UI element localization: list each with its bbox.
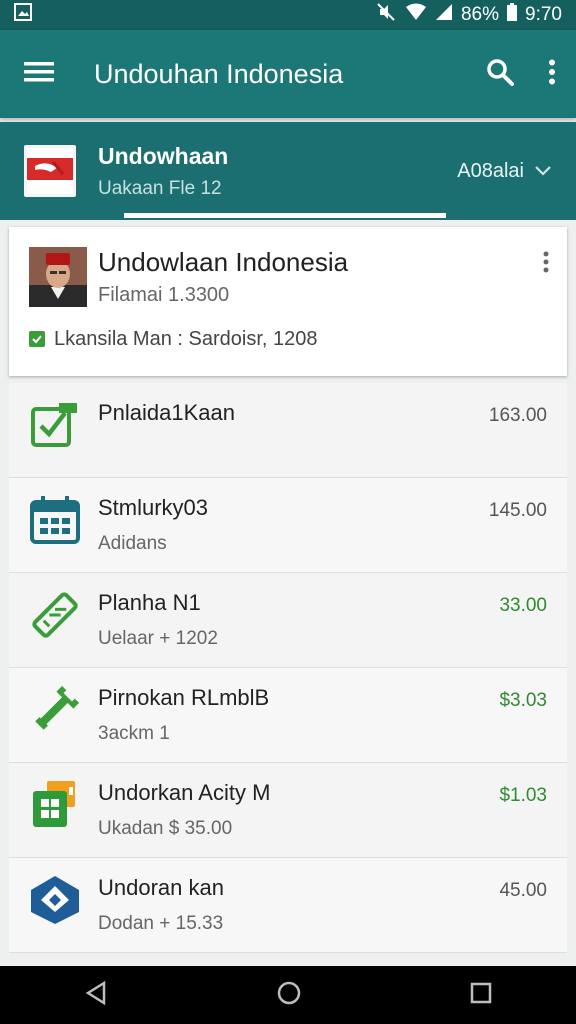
- system-nav-bar: [0, 966, 576, 1024]
- task-check-icon: [29, 399, 81, 451]
- more-vert-icon[interactable]: [548, 59, 556, 90]
- signal-icon: [435, 3, 453, 27]
- item-title: Undoran kan: [98, 875, 224, 900]
- status-indicators: 86% 9:70: [377, 3, 562, 27]
- profile-subtitle: Filamai 1.3300: [98, 284, 230, 306]
- blue-diamond-icon: [29, 874, 81, 926]
- account-header[interactable]: Undowhaan Uakaan Fle 12 A08alai: [0, 122, 576, 220]
- item-title: Pirnokan RLmblB: [98, 685, 270, 710]
- recents-icon[interactable]: [470, 982, 492, 1009]
- list-item[interactable]: Stmlurky03 Adidans 145.00: [9, 478, 567, 573]
- checkbox-checked-icon[interactable]: [29, 331, 45, 347]
- item-subtitle: Uelaar + 1202: [98, 628, 218, 649]
- profile-card[interactable]: Undowlaan Indonesia Filamai 1.3300 Lkans…: [9, 227, 567, 376]
- account-dropdown[interactable]: A08alai: [457, 160, 552, 183]
- back-icon[interactable]: [84, 980, 108, 1011]
- list-item[interactable]: Undorkan Acity M Ukadan $ 35.00 $1.03: [9, 763, 567, 858]
- transaction-list: Pnlaida1Kaan 163.00 Stmlurky03 Adidans 1…: [9, 383, 567, 953]
- item-title: Undorkan Acity M: [98, 780, 271, 805]
- mute-icon: [377, 3, 397, 27]
- item-amount: $3.03: [499, 690, 547, 711]
- app-title: Undouhan Indonesia: [94, 58, 344, 89]
- status-bar: 86% 9:70: [0, 0, 576, 30]
- profile-more-icon[interactable]: [543, 251, 549, 278]
- clock: 9:70: [525, 4, 562, 25]
- chevron-down-icon: [534, 160, 552, 183]
- item-amount: 145.00: [488, 500, 547, 521]
- item-title: Stmlurky03: [98, 495, 209, 520]
- item-subtitle: Adidans: [98, 533, 167, 554]
- calendar-icon: [29, 494, 81, 546]
- image-notification-icon: [14, 3, 32, 27]
- item-subtitle: Dodan + 15.33: [98, 913, 224, 934]
- wifi-icon: [405, 3, 427, 27]
- package-icon: [29, 779, 81, 831]
- account-title: Undowhaan: [98, 142, 229, 169]
- item-amount: 33.00: [499, 595, 547, 616]
- search-icon[interactable]: [486, 58, 514, 91]
- menu-icon[interactable]: [24, 60, 54, 89]
- profile-name: Undowlaan Indonesia: [98, 247, 349, 277]
- item-subtitle: 3ackm 1: [98, 723, 170, 744]
- battery-percent: 86%: [460, 4, 500, 25]
- battery-icon: [507, 3, 518, 27]
- item-title: Planha N1: [98, 590, 201, 615]
- item-amount: 163.00: [488, 405, 547, 426]
- profile-meta: Lkansila Man : Sardoisr, 1208: [54, 328, 318, 350]
- app-bar: Undouhan Indonesia: [0, 30, 576, 118]
- flag-icon: [24, 145, 76, 197]
- dropdown-label: A08alai: [457, 159, 524, 182]
- avatar: [29, 247, 87, 307]
- item-subtitle: Ukadan $ 35.00: [98, 818, 233, 839]
- wrench-icon: [29, 684, 81, 736]
- account-subtitle: Uakaan Fle 12: [98, 177, 222, 199]
- ticket-icon: [29, 589, 81, 641]
- item-amount: $1.03: [499, 785, 547, 806]
- item-title: Pnlaida1Kaan: [98, 400, 236, 425]
- list-item[interactable]: Planha N1 Uelaar + 1202 33.00: [9, 573, 567, 668]
- item-amount: 45.00: [499, 880, 547, 901]
- home-icon[interactable]: [276, 980, 302, 1011]
- list-item[interactable]: Pirnokan RLmblB 3ackm 1 $3.03: [9, 668, 567, 763]
- tab-indicator: [124, 213, 446, 218]
- list-item[interactable]: Pnlaida1Kaan 163.00: [9, 383, 567, 478]
- list-item[interactable]: Undoran kan Dodan + 15.33 45.00: [9, 858, 567, 953]
